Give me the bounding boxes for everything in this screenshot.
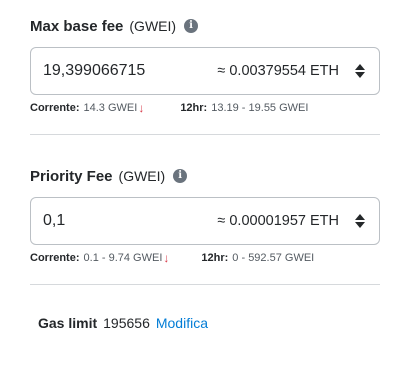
stepper-up-icon[interactable] [355,64,365,70]
range-label: 12hr: [201,252,229,264]
max-base-fee-label: Max base fee [30,17,124,35]
max-base-fee-label-row: Max base fee (GWEI) i [30,16,380,36]
range-12hr: 12hr: 0 - 592.57 GWEI [201,252,314,264]
stepper-up-icon[interactable] [355,214,365,220]
max-base-fee-value[interactable]: 19,399066715 [43,62,193,80]
range-value: 13.19 - 19.55 GWEI [211,102,309,114]
range-12hr: 12hr: 13.19 - 19.55 GWEI [180,102,308,114]
priority-fee-stats: Corrente: 0.1 - 9.74 GWEI ↓ 12hr: 0 - 59… [30,251,380,265]
arrow-down-icon: ↓ [138,101,145,115]
priority-fee-label: Priority Fee [30,167,113,185]
priority-fee-label-row: Priority Fee (GWEI) i [30,166,380,186]
max-base-fee-section: Max base fee (GWEI) i 19,399066715 ≈ 0.0… [30,16,380,115]
current-value: 14.3 GWEI [83,102,138,114]
stepper-icon[interactable] [353,62,367,80]
max-base-fee-unit: (GWEI) [129,18,177,34]
priority-fee-conversion: ≈ 0.00001957 ETH [217,213,339,229]
current-label: Corrente: [30,252,80,264]
arrow-down-icon: ↓ [163,251,170,265]
priority-fee-unit: (GWEI) [118,168,166,184]
range-label: 12hr: [180,102,208,114]
edit-gas-limit-link[interactable]: Modifica [156,315,208,331]
gas-limit-row: Gas limit 195656 Modifica [38,315,208,331]
current-label: Corrente: [30,102,80,114]
priority-fee-input[interactable]: 0,1 ≈ 0.00001957 ETH [30,197,380,245]
info-icon[interactable]: i [184,19,199,33]
max-base-fee-stats: Corrente: 14.3 GWEI ↓ 12hr: 13.19 - 19.5… [30,101,380,115]
info-icon[interactable]: i [173,169,188,183]
max-base-fee-input[interactable]: 19,399066715 ≈ 0.00379554 ETH [30,47,380,95]
divider [30,134,380,135]
gas-limit-value: 195656 [103,315,150,331]
priority-fee-value[interactable]: 0,1 [43,212,193,230]
stepper-icon[interactable] [353,212,367,230]
current-value: 0.1 - 9.74 GWEI [83,252,163,264]
divider [30,284,380,285]
stepper-down-icon[interactable] [355,222,365,228]
stepper-down-icon[interactable] [355,72,365,78]
range-value: 0 - 592.57 GWEI [232,252,315,264]
gas-limit-label: Gas limit [38,315,98,331]
max-base-fee-conversion: ≈ 0.00379554 ETH [217,63,339,79]
priority-fee-section: Priority Fee (GWEI) i 0,1 ≈ 0.00001957 E… [30,166,380,265]
